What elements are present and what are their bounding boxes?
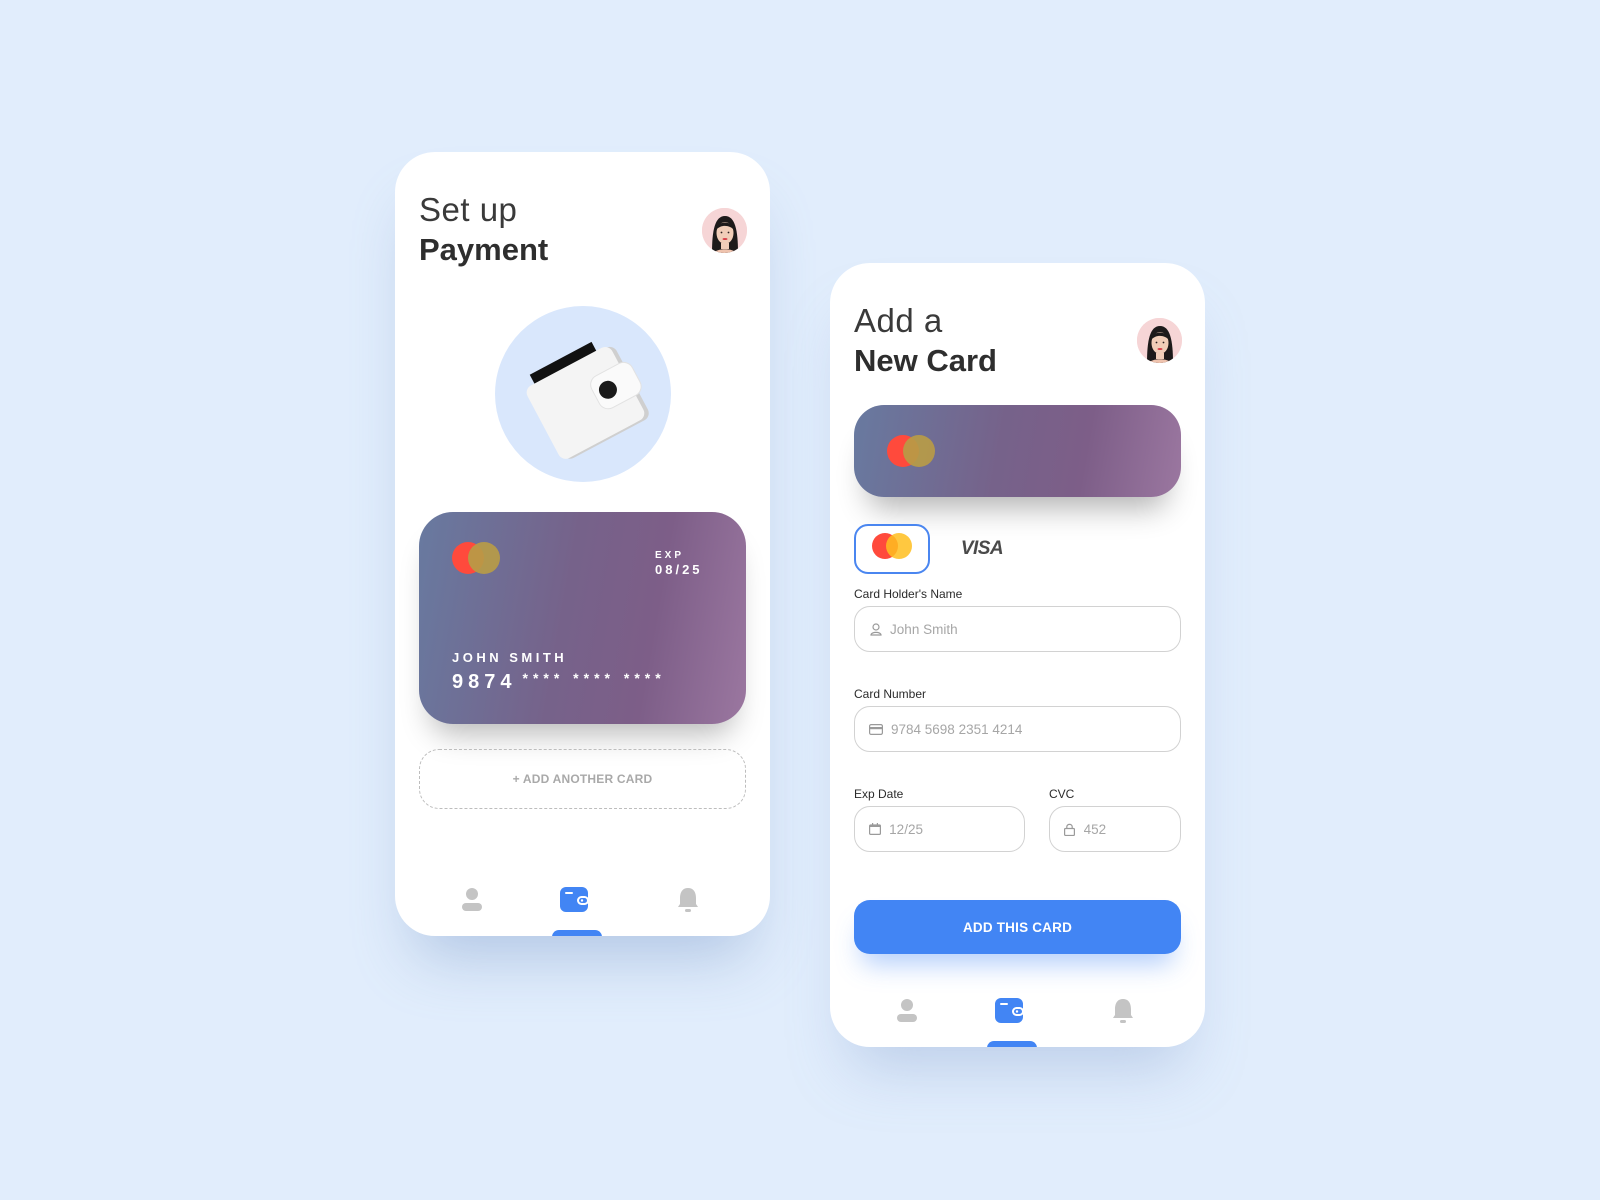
- payment-card[interactable]: EXP 08/25 JOHN SMITH 9874 **** **** ****: [419, 512, 746, 724]
- wallet-icon: [526, 341, 649, 459]
- bell-icon: [1113, 999, 1133, 1023]
- user-avatar-icon: [702, 208, 747, 253]
- card-number-field[interactable]: [854, 706, 1181, 752]
- holder-name-label: Card Holder's Name: [854, 587, 963, 601]
- cvc-label: CVC: [1049, 787, 1075, 801]
- lock-icon: [1064, 822, 1076, 836]
- nav-wallet[interactable]: [993, 995, 1025, 1027]
- user-icon: [869, 622, 882, 636]
- card-preview: [854, 405, 1181, 497]
- nav-profile[interactable]: [891, 995, 923, 1027]
- avatar[interactable]: [702, 208, 747, 253]
- exp-date-input[interactable]: [889, 821, 1024, 837]
- nav-active-indicator: [987, 1041, 1037, 1047]
- calendar-icon: [869, 822, 882, 836]
- wallet-icon: [995, 998, 1023, 1023]
- cvc-field[interactable]: [1049, 806, 1181, 852]
- card-number-masked: **** **** ****: [522, 670, 666, 686]
- mastercard-logo-icon: [452, 542, 502, 574]
- card-exp-value: 08/25: [655, 562, 703, 577]
- setup-payment-screen: Set up Payment EXP 08/25 JOHN SMITH 9874…: [395, 152, 770, 936]
- title-bold: New Card: [854, 343, 997, 378]
- bottom-nav: [830, 977, 1205, 1047]
- card-number: 9874 **** **** ****: [452, 670, 666, 694]
- card-number-visible: 9874: [452, 671, 517, 693]
- title-light: Add a: [854, 302, 943, 339]
- user-avatar-icon: [1137, 318, 1182, 363]
- bell-icon: [678, 888, 698, 912]
- wallet-icon: [560, 887, 588, 912]
- add-card-screen: Add a New Card VISA Card Holder's Name J…: [830, 263, 1205, 1047]
- cvc-input[interactable]: [1083, 821, 1180, 837]
- exp-date-label: Exp Date: [854, 787, 904, 801]
- nav-notifications[interactable]: [1107, 995, 1139, 1027]
- holder-name-field[interactable]: [854, 606, 1181, 652]
- nav-active-indicator: [552, 930, 602, 936]
- wallet-illustration: [495, 306, 671, 482]
- bottom-nav: [395, 866, 770, 936]
- user-icon: [897, 999, 917, 1022]
- credit-card-icon: [869, 722, 883, 736]
- mastercard-logo-icon: [872, 533, 912, 559]
- brand-option-visa[interactable]: VISA: [952, 534, 1012, 564]
- card-brand-selector: VISA: [854, 524, 1181, 574]
- card-exp-label: EXP: [655, 550, 685, 561]
- exp-date-field[interactable]: [854, 806, 1025, 852]
- card-number-label: Card Number: [854, 687, 927, 701]
- title-light: Set up: [419, 191, 518, 228]
- card-number-input[interactable]: [891, 721, 1180, 737]
- nav-notifications[interactable]: [672, 884, 704, 916]
- holder-name-input[interactable]: [890, 621, 1180, 637]
- page-title: Add a New Card: [854, 301, 997, 381]
- page-title: Set up Payment: [419, 190, 548, 270]
- user-icon: [462, 888, 482, 911]
- mastercard-logo-icon: [887, 435, 937, 467]
- avatar[interactable]: [1137, 318, 1182, 363]
- add-this-card-button[interactable]: ADD THIS CARD: [854, 900, 1181, 954]
- brand-option-mastercard[interactable]: [854, 524, 930, 574]
- card-holder-name: JOHN SMITH: [452, 650, 568, 665]
- nav-profile[interactable]: [456, 884, 488, 916]
- nav-wallet[interactable]: [558, 884, 590, 916]
- title-bold: Payment: [419, 232, 549, 267]
- add-another-card-button[interactable]: + ADD ANOTHER CARD: [419, 749, 746, 809]
